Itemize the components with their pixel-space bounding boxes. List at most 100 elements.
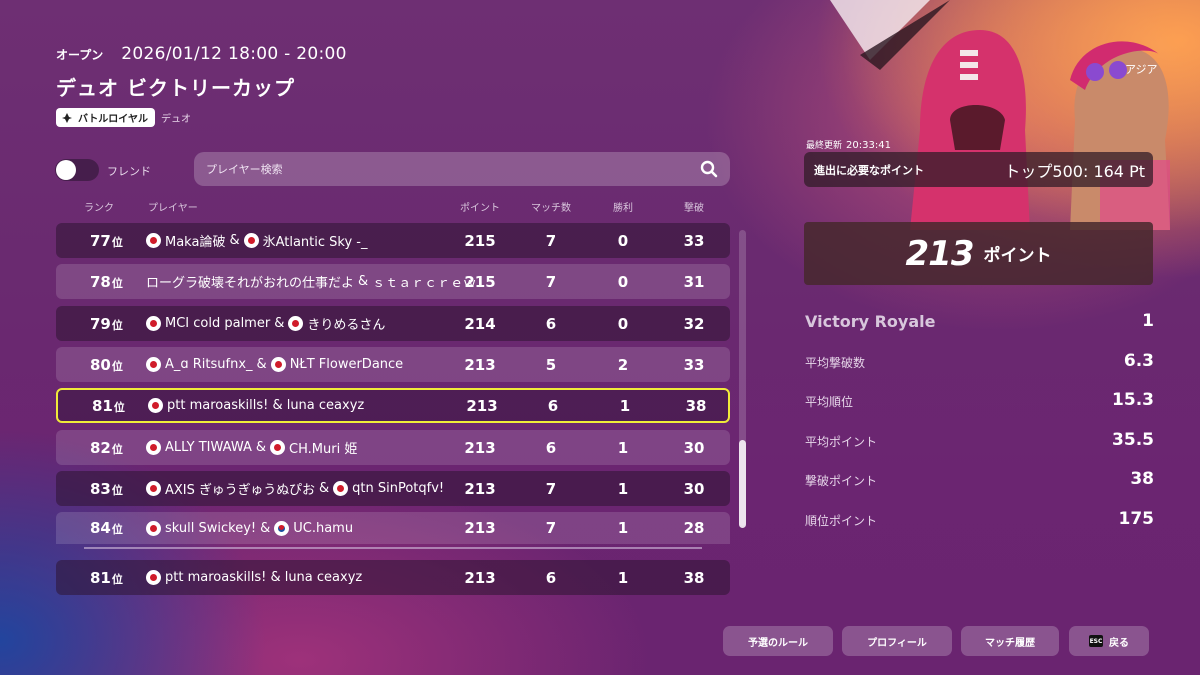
col-wins: 勝利 xyxy=(613,203,633,214)
region-label: アジア xyxy=(1125,63,1158,76)
flag-icon xyxy=(270,357,286,372)
rules-button-label: 予選のルール xyxy=(748,637,808,649)
player-name: MCI cold palmer xyxy=(165,316,271,331)
esc-key-icon: ESC xyxy=(1089,635,1103,647)
player-name: qtn SinPotqfv! xyxy=(352,481,445,496)
col-elims: 撃破 xyxy=(684,203,704,214)
last-updated-time: 20:33:41 xyxy=(846,140,891,151)
flag-icon xyxy=(146,233,161,248)
flag-icon xyxy=(146,357,161,372)
row-matches: 7 xyxy=(545,231,557,250)
row-rank-number: 80 xyxy=(90,355,111,374)
leaderboard-row[interactable]: 84位 skull Swickey! & UC.hamu 213 7 1 28 xyxy=(56,512,730,544)
row-elims: 30 xyxy=(683,479,705,498)
friend-toggle-label: フレンド xyxy=(107,165,151,178)
leaderboard-row[interactable]: 78位 ローグラ破壊それがおれの仕事だよ & ｓｔａｒｃｒｅｗ 215 7 0 31 xyxy=(56,264,730,299)
flag-icon xyxy=(146,440,161,455)
player-separator: & xyxy=(255,440,267,455)
row-players: ALLY TIWAWA & CH.Muri 姫 xyxy=(146,438,357,457)
row-rank-number: 82 xyxy=(90,438,111,457)
row-rank-suffix: 位 xyxy=(111,442,123,456)
row-rank-suffix: 位 xyxy=(111,572,123,586)
flag-icon xyxy=(243,233,259,248)
row-elims: 30 xyxy=(683,438,705,457)
row-matches: 6 xyxy=(545,568,557,587)
leaderboard-row[interactable]: 81位 ptt maroaskills! & luna ceaxyz 213 6 1 38 xyxy=(56,388,730,423)
row-rank-suffix: 位 xyxy=(111,523,123,536)
back-button[interactable]: ESC 戻る xyxy=(1069,626,1149,656)
row-wins: 0 xyxy=(617,272,629,291)
row-elims: 33 xyxy=(683,355,705,374)
leaderboard-row[interactable]: 77位 Maka論破 & 氷Atlantic Sky -_ 215 7 0 33 xyxy=(56,223,730,258)
player-name: ptt maroaskills! & luna ceaxyz xyxy=(165,570,363,585)
leaderboard-row[interactable]: 82位 ALLY TIWAWA & CH.Muri 姫 213 6 1 30 xyxy=(56,430,730,465)
row-rank-number: 77 xyxy=(90,231,111,250)
player-name: UC.hamu xyxy=(293,520,354,536)
back-button-label: 戻る xyxy=(1109,637,1129,649)
row-points: 214 xyxy=(464,314,496,333)
event-status: オープン xyxy=(56,48,104,62)
flag-icon xyxy=(146,570,161,585)
toggle-knob xyxy=(56,160,76,180)
qualify-value: トップ500: 164 Pt xyxy=(1004,161,1145,181)
row-points: 213 xyxy=(464,438,496,457)
row-elims: 28 xyxy=(683,519,705,537)
row-rank-number: 81 xyxy=(90,568,111,587)
qualify-requirement: 進出に必要なポイント トップ500: 164 Pt xyxy=(804,152,1153,187)
player-name: skull Swickey! xyxy=(165,520,257,536)
player-separator: & xyxy=(260,520,271,536)
row-players: ptt maroaskills! & luna ceaxyz xyxy=(146,570,362,585)
player-separator: & xyxy=(358,274,369,289)
row-rank-suffix: 位 xyxy=(111,483,123,497)
player-name: ｓｔａｒｃｒｅｗ xyxy=(372,276,477,291)
row-matches: 6 xyxy=(545,314,557,333)
row-elims: 33 xyxy=(683,231,705,250)
stat-value: 6.3 xyxy=(1123,351,1154,371)
row-rank: 81位 xyxy=(92,397,125,415)
battle-royale-icon xyxy=(62,112,72,123)
player-search-input[interactable]: プレイヤー検索 xyxy=(194,152,730,186)
row-matches: 7 xyxy=(545,519,557,537)
row-players: ptt maroaskills! & luna ceaxyz xyxy=(148,398,364,413)
stat-label: 撃破ポイント xyxy=(805,474,878,488)
search-placeholder: プレイヤー検索 xyxy=(206,163,283,176)
flag-icon xyxy=(274,520,290,536)
row-points: 213 xyxy=(466,396,498,415)
row-rank: 79位 xyxy=(90,315,123,333)
row-rank: 84位 xyxy=(90,519,123,537)
row-rank-number: 78 xyxy=(90,272,111,291)
row-players: ローグラ破壊それがおれの仕事だよ & ｓｔａｒｃｒｅｗ xyxy=(146,272,476,291)
leaderboard-row[interactable]: 79位 MCI cold palmer & きりめるさん 214 6 0 32 xyxy=(56,306,730,341)
player-name: ALLY TIWAWA xyxy=(165,440,252,455)
row-wins: 1 xyxy=(619,396,631,415)
mode-badge-label: バトルロイヤル xyxy=(78,114,148,125)
row-rank: 82位 xyxy=(90,439,123,457)
row-wins: 1 xyxy=(617,568,629,587)
leaderboard-row[interactable]: 81位 ptt maroaskills! & luna ceaxyz 213 6 1 38 xyxy=(56,560,730,595)
match-history-button[interactable]: マッチ履歴 xyxy=(961,626,1059,656)
row-rank: 83位 xyxy=(90,480,123,498)
event-meta: オープン 2026/01/12 18:00 - 20:00 xyxy=(56,44,347,64)
rules-button[interactable]: 予選のルール xyxy=(723,626,833,656)
last-updated: 最終更新 20:33:41 xyxy=(806,138,891,151)
profile-button[interactable]: プロフィール xyxy=(842,626,952,656)
row-rank-suffix: 位 xyxy=(111,235,123,249)
row-points: 215 xyxy=(464,231,496,250)
row-rank-suffix: 位 xyxy=(111,318,123,332)
leaderboard-row[interactable]: 80位 A_ɑ Ritsufnx_ & NŁT FlowerDance 213 5 2 33 xyxy=(56,347,730,382)
scrollbar-thumb[interactable] xyxy=(739,440,746,528)
row-wins: 1 xyxy=(617,438,629,457)
row-wins: 1 xyxy=(617,479,629,498)
total-points-box: 213 ポイント xyxy=(804,222,1153,285)
flag-icon xyxy=(288,316,304,331)
stat-value: 38 xyxy=(1130,469,1154,489)
row-rank-number: 79 xyxy=(90,314,111,333)
row-points: 215 xyxy=(464,272,496,291)
row-rank-suffix: 位 xyxy=(113,400,125,414)
col-points: ポイント xyxy=(460,203,500,214)
friend-toggle[interactable] xyxy=(55,159,99,181)
row-matches: 7 xyxy=(545,272,557,291)
row-rank: 80位 xyxy=(90,356,123,374)
leaderboard-row[interactable]: 83位 AXIS ぎゅうぎゅうぬぴお & qtn SinPotqfv! 213 7 1 30 xyxy=(56,471,730,506)
search-icon[interactable] xyxy=(700,160,718,178)
